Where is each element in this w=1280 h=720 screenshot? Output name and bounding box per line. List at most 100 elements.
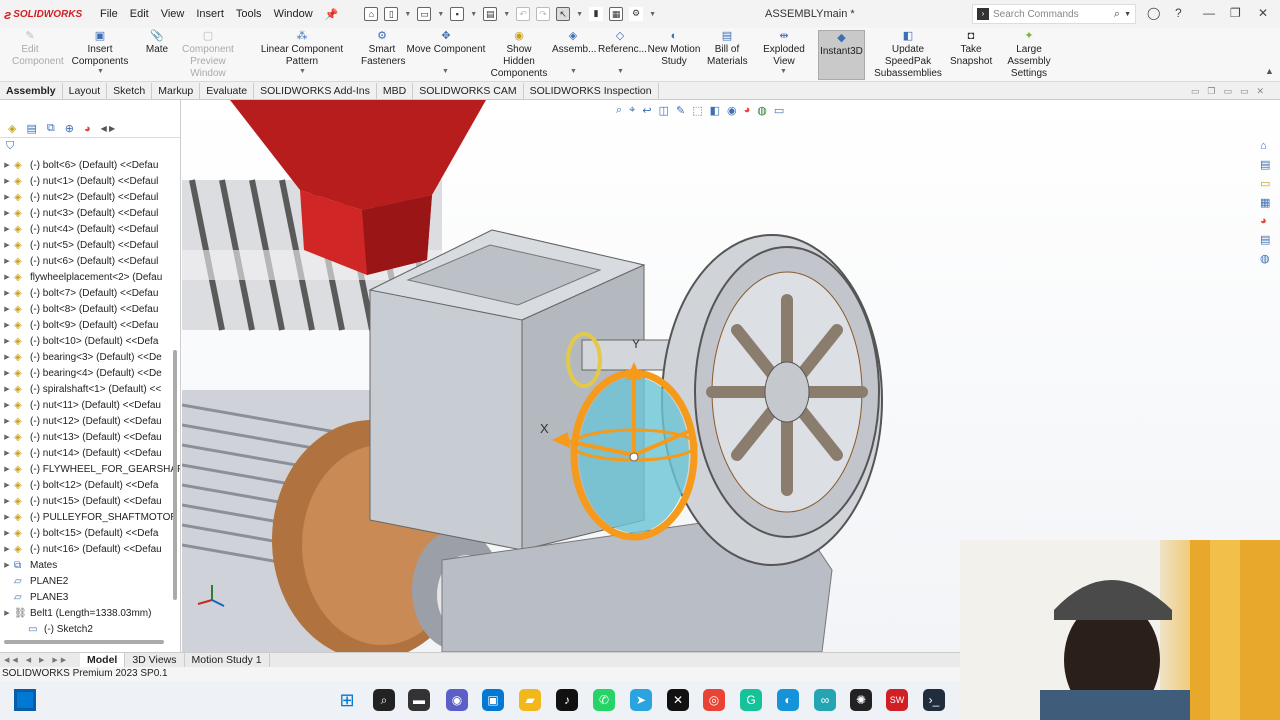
tree-item[interactable]: ▶ ◈ (-) bolt<9> (Default) <<Defau	[0, 318, 180, 334]
expand-arrow-icon[interactable]: ▶	[0, 462, 14, 478]
tree-item[interactable]: ▶ ◈ (-) nut<6> (Default) <<Defaul	[0, 254, 180, 270]
tree-item[interactable]: ▶ ◈ (-) bearing<4> (Default) <<De	[0, 366, 180, 382]
pin-icon[interactable]: 📌	[319, 8, 345, 21]
reference-geometry-dropdown-icon[interactable]: ▼	[617, 68, 624, 75]
view-settings-icon[interactable]: ▭	[774, 104, 784, 117]
menu-edit[interactable]: Edit	[124, 8, 155, 21]
zoom-to-area-icon[interactable]: ⌖	[629, 104, 635, 117]
solidworks-logo[interactable]: ƨ SOLIDWORKS	[0, 7, 86, 22]
store-icon[interactable]: ▣	[482, 689, 504, 711]
new-motion-study-button[interactable]: ◐ New Motion Study	[647, 30, 701, 68]
search-icon[interactable]: ⌕	[373, 689, 395, 711]
expand-arrow-icon[interactable]: ▶	[0, 414, 14, 430]
edit-component-button[interactable]: ✎ Edit Component	[12, 30, 64, 68]
expand-arrow-icon[interactable]: ▶	[0, 350, 14, 366]
tree-item[interactable]: ▱ PLANE2	[0, 574, 180, 590]
tree-item[interactable]: ▶ ◈ (-) nut<5> (Default) <<Defaul	[0, 238, 180, 254]
zoom-to-fit-icon[interactable]: ⌕	[616, 104, 622, 117]
print-dropdown-icon[interactable]: ▼	[503, 11, 510, 18]
save-icon[interactable]: ▪	[450, 7, 465, 21]
options-dropdown-icon[interactable]: ▼	[649, 11, 656, 18]
menu-insert[interactable]: Insert	[190, 8, 230, 21]
linear-component-pattern-button[interactable]: ⁂ Linear Component Pattern	[246, 30, 358, 68]
expand-arrow-icon[interactable]: ▶	[0, 558, 14, 574]
tree-item[interactable]: ▶ ⛓ Belt1 (Length=1338.03mm)	[0, 606, 180, 622]
expand-arrow-icon[interactable]: ▶	[0, 606, 14, 622]
tree-item[interactable]: ▶ ◈ (-) nut<15> (Default) <<Defau	[0, 494, 180, 510]
tab-evaluate[interactable]: Evaluate	[200, 82, 255, 99]
expand-arrow-icon[interactable]: ▶	[0, 430, 14, 446]
select-dropdown-icon[interactable]: ▼	[576, 11, 583, 18]
expand-arrow-icon[interactable]: ▶	[0, 222, 14, 238]
tree-item[interactable]: ▶ ◈ (-) bolt<10> (Default) <<Defa	[0, 334, 180, 350]
tree-item[interactable]: ▶ ◈ (-) nut<12> (Default) <<Defau	[0, 414, 180, 430]
chatgpt-icon[interactable]: ✺	[850, 689, 872, 711]
expand-arrow-icon[interactable]: ▶	[0, 270, 14, 286]
redo-icon[interactable]: ↷	[536, 7, 551, 21]
edge-icon[interactable]: ◐	[777, 689, 799, 711]
smart-fasteners-button[interactable]: ⚙ Smart Fasteners	[361, 30, 405, 68]
insert-components-button[interactable]: ▣ Insert Components	[60, 30, 140, 68]
bill-of-materials-button[interactable]: ▤ Bill of Materials	[707, 30, 748, 68]
expand-arrow-icon[interactable]: ▶	[0, 158, 14, 174]
custom-properties-icon[interactable]: ▤	[1260, 233, 1278, 246]
assembly-features-dropdown-icon[interactable]: ▼	[570, 68, 577, 75]
file-explorer-icon[interactable]: ▭	[1260, 177, 1278, 190]
restore-icon[interactable]: ❐	[1230, 6, 1241, 20]
tree-item[interactable]: ▶ ◈ (-) nut<16> (Default) <<Defau	[0, 542, 180, 558]
tree-item[interactable]: ▶ ◈ flywheelplacement<2> (Defau	[0, 270, 180, 286]
linear-pattern-dropdown-icon[interactable]: ▼	[299, 68, 306, 75]
assembly-features-button[interactable]: ◈ Assemb...	[552, 30, 596, 56]
chrome-icon[interactable]: ◎	[703, 689, 725, 711]
view-orientation-icon[interactable]: ⬚	[692, 104, 702, 117]
home-icon[interactable]: ⌂	[364, 7, 379, 21]
tab-assembly[interactable]: Assembly	[0, 82, 63, 99]
document-window-controls[interactable]: ▭❐▭▭✕	[1191, 86, 1272, 97]
menu-window[interactable]: Window	[268, 8, 319, 21]
save-dropdown-icon[interactable]: ▼	[470, 11, 477, 18]
tree-item[interactable]: ▱ PLANE3	[0, 590, 180, 606]
expand-arrow-icon[interactable]: ▶	[0, 286, 14, 302]
move-component-button[interactable]: ✥ Move Component	[406, 30, 486, 56]
terminal-icon[interactable]: ›_	[923, 689, 945, 711]
hide-show-items-icon[interactable]: ◉	[727, 104, 737, 117]
tree-item[interactable]: ▭ (-) Sketch2	[0, 622, 180, 638]
tree-item[interactable]: ▶ ◈ (-) PULLEYFOR_SHAFTMOTOR	[0, 510, 180, 526]
tree-item[interactable]: ▶ ◈ (-) bolt<6> (Default) <<Defau	[0, 158, 180, 174]
new-document-icon[interactable]: ▯	[384, 7, 399, 21]
design-library-icon[interactable]: ▤	[1260, 158, 1278, 171]
expand-arrow-icon[interactable]: ▶	[0, 206, 14, 222]
open-dropdown-icon[interactable]: ▼	[437, 11, 444, 18]
move-component-dropdown-icon[interactable]: ▼	[442, 68, 449, 75]
show-hidden-components-button[interactable]: ◉ Show Hidden Components	[490, 30, 548, 80]
expand-arrow-icon[interactable]: ▶	[0, 238, 14, 254]
expand-arrow-icon[interactable]: ▶	[0, 318, 14, 334]
menu-tools[interactable]: Tools	[230, 8, 268, 21]
close-icon[interactable]: ✕	[1258, 6, 1268, 20]
flywheel[interactable]	[661, 234, 883, 566]
options-gear-icon[interactable]: ⚙	[629, 7, 644, 21]
telegram-icon[interactable]: ➤	[630, 689, 652, 711]
expand-arrow-icon[interactable]: ▶	[0, 510, 14, 526]
solidworks-icon[interactable]: SW	[886, 689, 908, 711]
tree-item[interactable]: ▶ ◈ (-) bolt<8> (Default) <<Defau	[0, 302, 180, 318]
apply-scene-icon[interactable]: ◍	[757, 104, 767, 117]
tab-inspection[interactable]: SOLIDWORKS Inspection	[524, 82, 659, 99]
panel-arrows-icon[interactable]: ◀ ▶	[101, 124, 116, 133]
vscode-insiders-icon[interactable]: ∞	[814, 689, 836, 711]
grammarly-icon[interactable]: G	[740, 689, 762, 711]
folder-icon[interactable]: ▰	[519, 689, 541, 711]
filter-icon[interactable]: ⛉	[6, 140, 14, 153]
collapse-ribbon-icon[interactable]: ▲	[1265, 66, 1274, 76]
search-dropdown-icon[interactable]: ▼	[1124, 11, 1135, 18]
tree-item[interactable]: ▶ ◈ (-) FLYWHEEL_FOR_GEARSHAF	[0, 462, 180, 478]
tiktok-icon[interactable]: ♪	[556, 689, 578, 711]
configuration-manager-icon[interactable]: ⧉	[47, 122, 55, 135]
tab-3d-views[interactable]: 3D Views	[125, 653, 185, 667]
tree-item[interactable]: ▶ ⧉ Mates	[0, 558, 180, 574]
tree-item[interactable]: ▶ ◈ (-) nut<14> (Default) <<Defau	[0, 446, 180, 462]
expand-arrow-icon[interactable]: ▶	[0, 190, 14, 206]
expand-arrow-icon[interactable]: ▶	[0, 302, 14, 318]
expand-arrow-icon[interactable]: ▶	[0, 494, 14, 510]
whatsapp-icon[interactable]: ✆	[593, 689, 615, 711]
